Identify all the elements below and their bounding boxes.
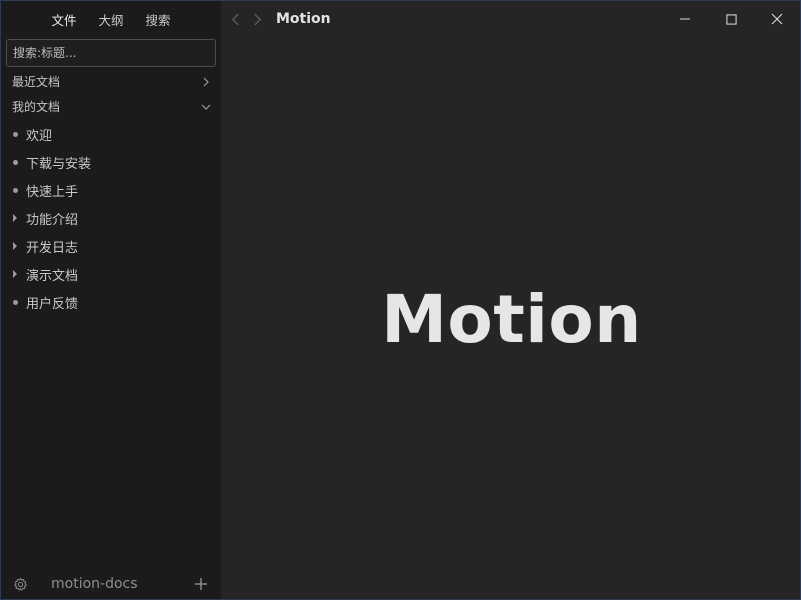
search-box xyxy=(6,39,216,67)
chevron-right-icon xyxy=(203,77,209,86)
tab-outline[interactable]: 大纲 xyxy=(87,10,134,29)
caret-right-icon[interactable] xyxy=(13,214,17,222)
doc-item-feedback[interactable]: 用户反馈 xyxy=(1,288,221,316)
sidebar-tabs: 文件 大纲 搜索 xyxy=(1,1,221,37)
doc-item-features[interactable]: 功能介绍 xyxy=(1,204,221,232)
sidebar: 文件 大纲 搜索 最近文档 我的文档 欢迎 下载 xyxy=(1,1,221,599)
chevron-down-icon xyxy=(201,104,211,110)
close-icon[interactable] xyxy=(754,1,800,37)
doc-item-label: 开发日志 xyxy=(26,240,79,256)
doc-item-label: 演示文档 xyxy=(26,268,79,284)
bullet-icon xyxy=(13,159,18,165)
doc-item-dev-log[interactable]: 开发日志 xyxy=(1,232,221,260)
search-input[interactable] xyxy=(7,46,215,60)
doc-item-download-install[interactable]: 下载与安装 xyxy=(1,148,221,176)
tab-search[interactable]: 搜索 xyxy=(135,10,182,29)
my-docs-header[interactable]: 我的文档 xyxy=(1,94,221,119)
recent-docs-header[interactable]: 最近文档 xyxy=(1,69,221,94)
workspace-title: motion-docs xyxy=(51,576,138,592)
plus-icon[interactable] xyxy=(193,576,209,592)
recent-docs-label: 最近文档 xyxy=(12,75,61,89)
caret-right-icon[interactable] xyxy=(13,242,17,250)
minimize-icon[interactable] xyxy=(662,1,708,37)
doc-item-label: 用户反馈 xyxy=(26,296,79,312)
my-docs-label: 我的文档 xyxy=(12,100,61,114)
app-window: 文件 大纲 搜索 最近文档 我的文档 欢迎 下载 xyxy=(0,0,801,600)
doc-item-label: 功能介绍 xyxy=(26,212,79,228)
caret-right-icon[interactable] xyxy=(13,270,17,278)
doc-item-label: 欢迎 xyxy=(26,128,53,144)
window-controls xyxy=(662,1,800,37)
bullet-icon xyxy=(13,299,18,305)
doc-item-welcome[interactable]: 欢迎 xyxy=(1,120,221,148)
main-area: Motion Motion xyxy=(221,1,800,599)
bullet-icon xyxy=(13,131,18,137)
doc-item-quick-start[interactable]: 快速上手 xyxy=(1,176,221,204)
forward-arrow-icon[interactable] xyxy=(246,8,268,30)
hero-heading: Motion xyxy=(381,281,642,358)
doc-item-label: 下载与安装 xyxy=(26,156,92,172)
top-bar: Motion xyxy=(221,1,800,37)
bullet-icon xyxy=(13,187,18,193)
sidebar-footer: motion-docs xyxy=(1,569,221,599)
doc-item-label: 快速上手 xyxy=(26,184,79,200)
doc-item-demo-docs[interactable]: 演示文档 xyxy=(1,260,221,288)
document-title: Motion xyxy=(276,11,331,27)
gear-icon[interactable] xyxy=(13,576,29,592)
maximize-icon[interactable] xyxy=(708,1,754,37)
doc-list: 欢迎 下载与安装 快速上手 功能介绍 开发日志 演示文档 用户反馈 xyxy=(1,120,221,316)
back-arrow-icon[interactable] xyxy=(224,8,246,30)
tab-files[interactable]: 文件 xyxy=(40,10,87,29)
